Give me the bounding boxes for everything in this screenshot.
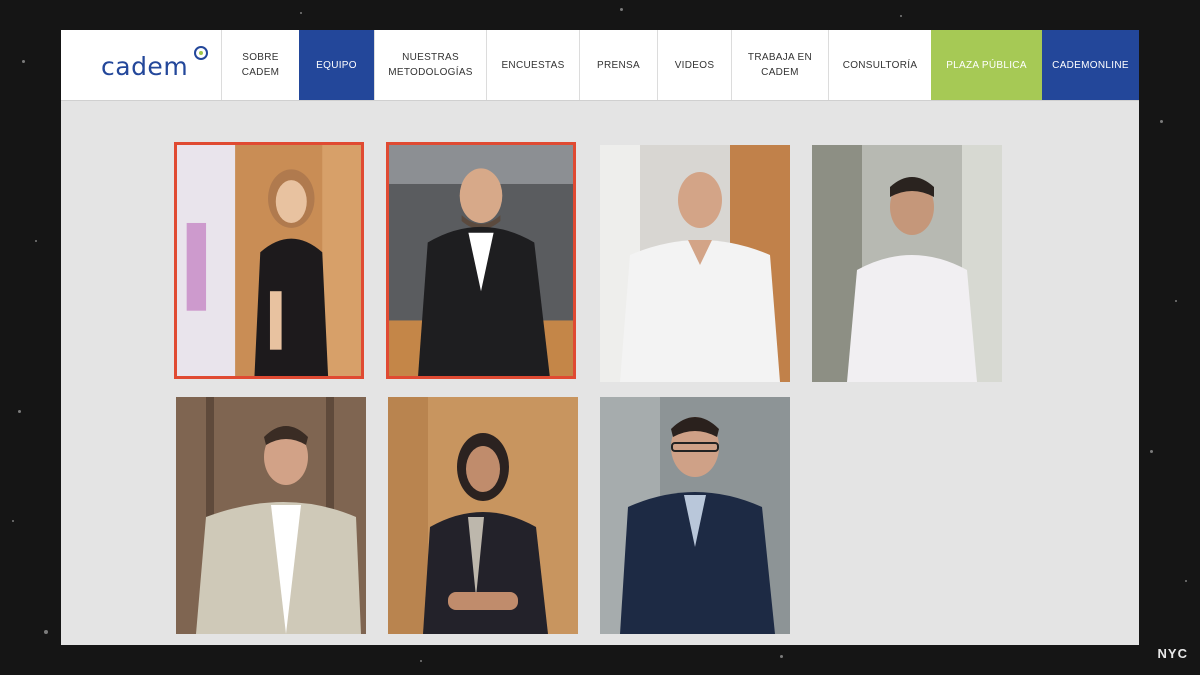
team-photo-3[interactable] [600, 145, 790, 382]
team-photo-1[interactable] [174, 142, 364, 379]
portrait-man-white-shirt [600, 145, 790, 382]
nav-consultoria[interactable]: CONSULTORÍA [828, 30, 931, 100]
nav-equipo[interactable]: EQUIPO [299, 30, 374, 100]
nav-label: CONSULTORÍA [842, 59, 918, 71]
nav-label: PRENSA [597, 59, 640, 71]
team-photo-6[interactable] [388, 397, 578, 634]
nav-label: SOBRE CADEM [241, 52, 280, 78]
browser-viewport: cadem SOBRE CADEM EQUIPO NUESTRAS METODO… [61, 30, 1139, 645]
nav-videos[interactable]: VIDEOS [657, 30, 731, 100]
nav-label: ENCUESTAS [501, 59, 565, 71]
portrait-man-beige-jacket [176, 397, 366, 634]
portrait-man-light-shirt-arms-crossed [812, 145, 1002, 382]
team-photo-2[interactable] [386, 142, 576, 379]
nav-plaza-publica[interactable]: PLAZA PÚBLICA [931, 30, 1042, 100]
main-navbar: cadem SOBRE CADEM EQUIPO NUESTRAS METODO… [61, 30, 1139, 101]
cadem-logo[interactable]: cadem [61, 30, 221, 100]
nav-label: EQUIPO [316, 59, 357, 71]
nav-label: TRABAJA EN CADEM [747, 52, 813, 78]
portrait-man-dark-suit [389, 145, 573, 376]
logo-ring-icon [194, 46, 208, 60]
nav-cademonline[interactable]: CADEMONLINE [1042, 30, 1139, 100]
team-photo-5[interactable] [176, 397, 366, 634]
portrait-man-navy-suit-glasses [600, 397, 790, 634]
nyc-watermark: NYC [1157, 646, 1188, 661]
nav-sobre-cadem[interactable]: SOBRE CADEM [221, 30, 299, 100]
logo-text: cadem [101, 51, 189, 81]
portrait-woman-dark-blazer [388, 397, 578, 634]
nav-trabaja-en-cadem[interactable]: TRABAJA EN CADEM [731, 30, 828, 100]
nav-nuestras-metodologias[interactable]: NUESTRAS METODOLOGÍAS [374, 30, 486, 100]
nav-label: NUESTRAS METODOLOGÍAS [388, 52, 473, 78]
nav-label: PLAZA PÚBLICA [946, 59, 1027, 71]
nav-label: CADEMONLINE [1052, 59, 1129, 71]
nav-encuestas[interactable]: ENCUESTAS [486, 30, 579, 100]
team-photo-4[interactable] [812, 145, 1002, 382]
portrait-woman-black-dress [177, 145, 361, 376]
nav-label: VIDEOS [674, 59, 715, 71]
nav-prensa[interactable]: PRENSA [579, 30, 657, 100]
team-photo-7[interactable] [600, 397, 790, 634]
